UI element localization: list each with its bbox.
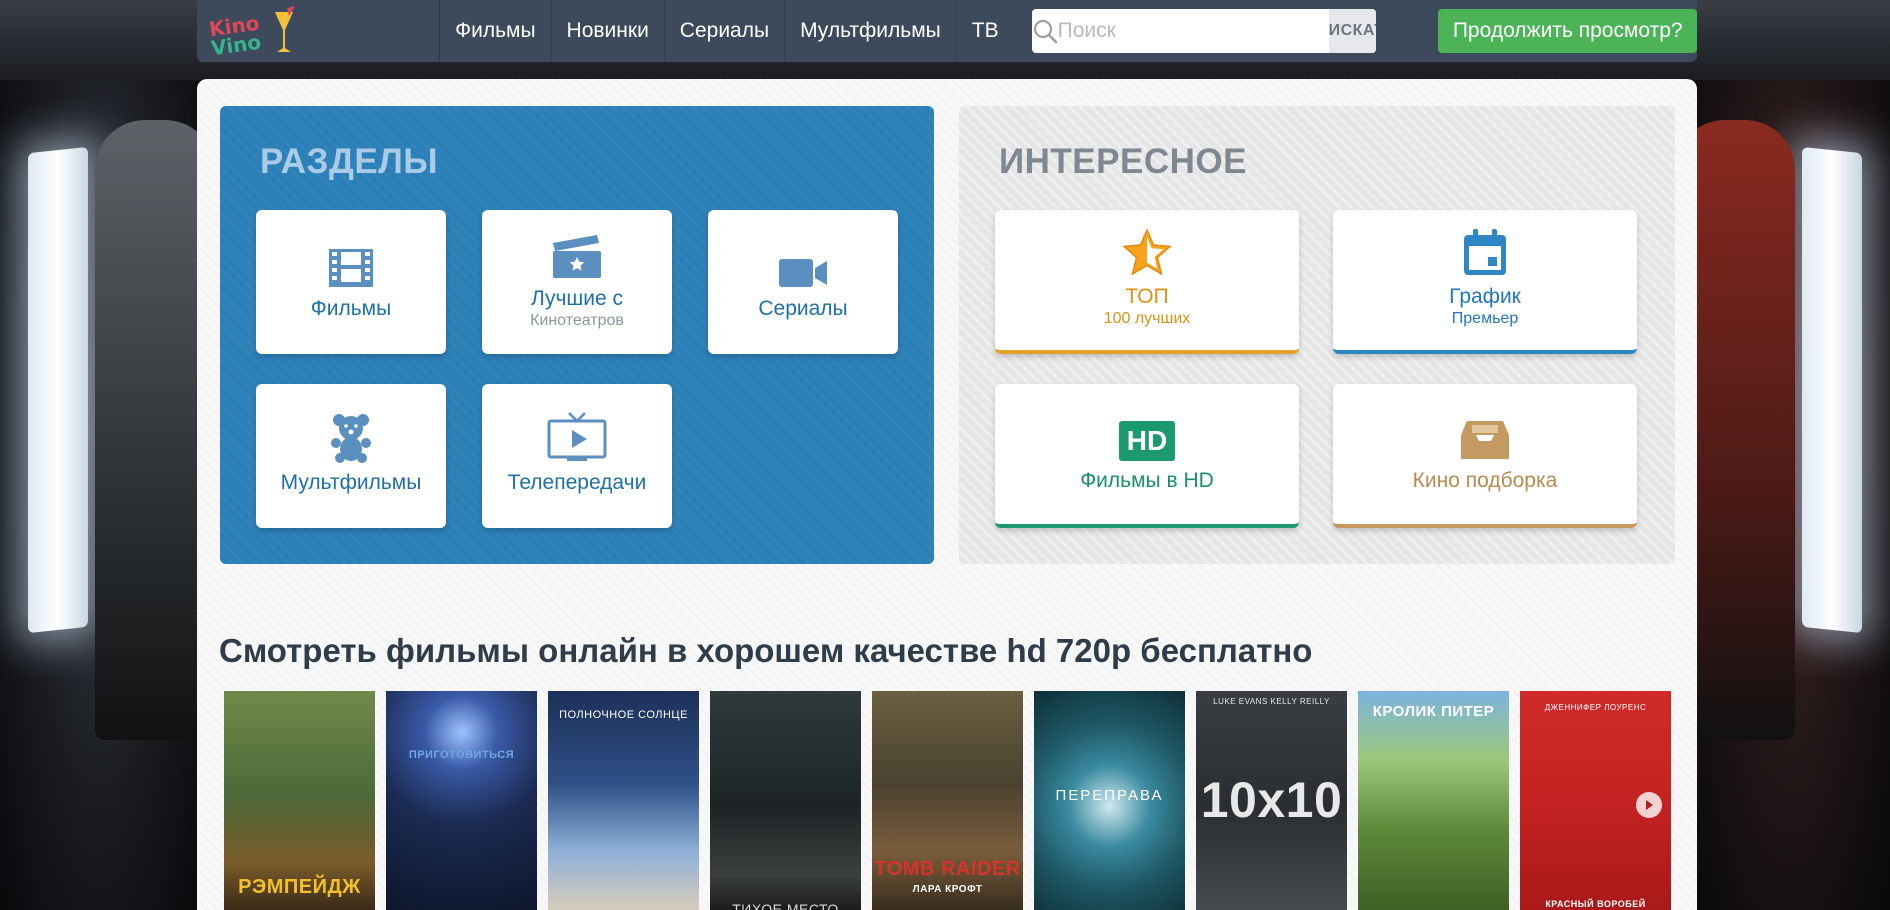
section-tile-label: Сериалы [758, 297, 848, 320]
poster-title: ТИХОЕ МЕСТО [732, 901, 839, 910]
interesting-tile-sublabel: 100 лучших [1103, 310, 1191, 327]
main-nav: Фильмы Новинки Сериалы Мультфильмы ТВ [439, 0, 1013, 62]
poster-crossing[interactable]: ПЕРЕПРАВА [1034, 691, 1185, 910]
poster-top-text: ПОЛНОЧНОЕ СОЛНЦЕ [559, 709, 688, 721]
hd-icon-text: HD [1119, 421, 1175, 461]
teddy-bear-icon [329, 414, 373, 463]
continue-watching-button[interactable]: Продолжить просмотр? [1438, 9, 1697, 53]
nav-item-series[interactable]: Сериалы [663, 0, 784, 62]
star-icon [1121, 228, 1173, 277]
section-tile-label: Лучшие с [530, 287, 624, 310]
hd-icon: HD [1119, 415, 1175, 461]
section-tile-series[interactable]: Сериалы [708, 210, 898, 354]
interesting-box: ИНТЕРЕСНОЕ ТОП 100 лучших График Премьер… [959, 106, 1675, 564]
poster-carousel: РЭМПЕЙДЖ ПРИГОТОВИТЬСЯ ПОЛНОЧНОЕ СОЛНЦЕ … [224, 691, 1671, 910]
poster-peter-rabbit[interactable]: КРОЛИК ПИТЕР [1358, 691, 1509, 910]
nav-item-cartoons[interactable]: Мультфильмы [784, 0, 956, 62]
poster-title: ПЕРЕПРАВА [1055, 787, 1164, 804]
sections-title: РАЗДЕЛЫ [260, 142, 439, 181]
tv-icon [547, 412, 607, 463]
chevron-right-icon [1646, 800, 1653, 810]
light-panel-right [1802, 146, 1862, 634]
interesting-tile-collection[interactable]: Кино подборка [1333, 384, 1637, 528]
interesting-title: ИНТЕРЕСНОЕ [999, 142, 1247, 181]
poster-rampage[interactable]: РЭМПЕЙДЖ [224, 691, 375, 910]
search-input[interactable] [1057, 9, 1329, 53]
light-panel-left [28, 146, 88, 634]
section-tile-label: Фильмы [310, 297, 392, 320]
poster-subtitle: ЛАРА КРОФТ [912, 884, 983, 895]
section-tile-tv-shows[interactable]: Телепередачи [482, 384, 672, 528]
section-tile-best-cinema[interactable]: Лучшие с Кинотеатров [482, 210, 672, 354]
video-camera-icon [777, 243, 829, 289]
interesting-tile-label: Кино подборка [1412, 469, 1558, 492]
section-tile-sublabel: Кинотеатров [530, 312, 624, 329]
poster-title: 10x10 [1200, 772, 1343, 828]
top-navbar: Kino Vino Фильмы Новинки Сериалы Мультфи… [197, 0, 1697, 62]
poster-top-text: ДЖЕННИФЕР ЛОУРЕНС [1544, 703, 1647, 712]
calendar-icon [1461, 229, 1509, 277]
poster-top-text: КРОЛИК ПИТЕР [1372, 703, 1495, 720]
interesting-tile-hd-films[interactable]: HD Фильмы в HD [995, 384, 1299, 528]
page-headline: Смотреть фильмы онлайн в хорошем качеств… [219, 632, 1313, 669]
section-tile-cartoons[interactable]: Мультфильмы [256, 384, 446, 528]
inbox-tray-icon [1459, 415, 1511, 461]
interesting-tile-label: ТОП [1125, 285, 1169, 308]
main-content: РАЗДЕЛЫ Фильмы Лучшие с Кинотеатров Сери… [197, 79, 1697, 910]
search-button[interactable]: ИСКАТЬ [1328, 9, 1377, 53]
wine-glass-icon [275, 6, 295, 52]
poster-10x10[interactable]: LUKE EVANS KELLY REILLY 10x10 [1196, 691, 1347, 910]
poster-title: ПРИГОТОВИТЬСЯ [408, 749, 515, 761]
nav-item-new[interactable]: Новинки [550, 0, 664, 62]
interesting-tile-label: График [1449, 285, 1521, 308]
interesting-tile-schedule[interactable]: График Премьер [1333, 210, 1637, 354]
section-tile-label: Телепередачи [507, 471, 647, 494]
film-icon [327, 243, 375, 289]
section-tile-label: Мультфильмы [280, 471, 422, 494]
search-icon [1032, 9, 1058, 53]
poster-tomb-raider[interactable]: TOMB RAIDER ЛАРА КРОФТ [872, 691, 1023, 910]
poster-title: TOMB RAIDER [874, 858, 1021, 880]
interesting-tile-sublabel: Премьер [1451, 310, 1519, 327]
sections-box: РАЗДЕЛЫ Фильмы Лучшие с Кинотеатров Сери… [220, 106, 934, 564]
site-logo[interactable]: Kino Vino [208, 0, 299, 62]
interesting-tile-label: Фильмы в HD [1080, 469, 1214, 492]
section-tile-films[interactable]: Фильмы [256, 210, 446, 354]
nav-item-films[interactable]: Фильмы [439, 0, 550, 62]
carousel-next-button[interactable] [1636, 792, 1662, 818]
poster-top-text: LUKE EVANS KELLY REILLY [1213, 697, 1330, 706]
poster-ready-player-one[interactable]: ПРИГОТОВИТЬСЯ [386, 691, 537, 910]
poster-quiet-place[interactable]: ТИХОЕ МЕСТО [710, 691, 861, 910]
poster-title: КРАСНЫЙ ВОРОБЕЙ [1545, 899, 1646, 909]
poster-midnight-sun[interactable]: ПОЛНОЧНОЕ СОЛНЦЕ [548, 691, 699, 910]
poster-title: РЭМПЕЙДЖ [238, 876, 361, 898]
interesting-tile-top[interactable]: ТОП 100 лучших [995, 210, 1299, 354]
search-bar: ИСКАТЬ [1031, 9, 1377, 53]
nav-item-tv[interactable]: ТВ [955, 0, 1014, 62]
clapperboard-icon [551, 233, 603, 279]
